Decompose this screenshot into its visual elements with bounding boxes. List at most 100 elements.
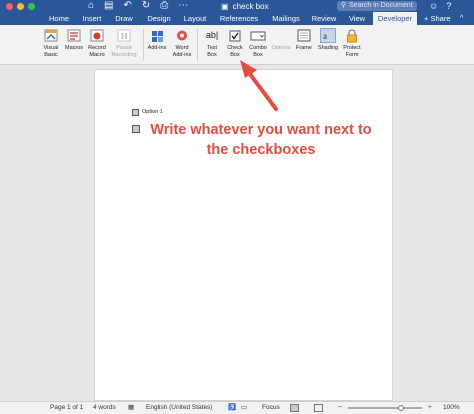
share-button[interactable]: + Share xyxy=(424,12,451,25)
chevron-up-icon[interactable]: ^ xyxy=(460,12,463,25)
options-button[interactable]: Options xyxy=(270,28,292,52)
options-icon xyxy=(273,28,289,43)
frame-button[interactable]: Frame xyxy=(293,28,315,52)
protect-form-label: Protect Form xyxy=(343,45,361,58)
visual-basic-button[interactable]: Visual Basic xyxy=(40,28,62,58)
redo-icon[interactable]: ↻ xyxy=(142,0,150,12)
zoom-out-button[interactable]: − xyxy=(338,402,342,414)
macros-icon xyxy=(66,28,82,43)
combo-box-button[interactable]: Combo Box xyxy=(247,28,269,58)
word-add-ins-label: Word Add-ins xyxy=(172,45,192,58)
tab-home[interactable]: Home xyxy=(43,12,75,25)
tab-draw[interactable]: Draw xyxy=(109,12,139,25)
title-bar: ⌂ ▤ ↶ ↻ ⎙ ⋯ ▣ check box ⚲ Search in Docu… xyxy=(0,0,474,12)
macros-button[interactable]: Macros xyxy=(63,28,85,52)
pause-icon xyxy=(116,28,132,43)
document-title: ▣ check box xyxy=(221,0,269,12)
add-person-icon: + xyxy=(424,14,429,23)
tab-review[interactable]: Review xyxy=(307,12,341,25)
search-placeholder: Search in Document xyxy=(349,2,413,9)
word-count[interactable]: 4 words xyxy=(93,402,116,414)
svg-text:a: a xyxy=(323,31,327,41)
tab-mailings[interactable]: Mailings xyxy=(267,12,305,25)
maximize-window-button[interactable] xyxy=(28,3,35,10)
combo-box-label: Combo Box xyxy=(249,45,267,58)
options-label: Options xyxy=(271,45,291,51)
save-icon[interactable]: ▤ xyxy=(104,0,113,12)
more-icon[interactable]: ⋯ xyxy=(178,0,188,12)
checkbox-form-field[interactable] xyxy=(132,109,139,116)
add-ins-button[interactable]: Add-ins xyxy=(146,28,168,52)
help-icon[interactable]: ? xyxy=(446,1,451,11)
smiley-icon[interactable]: ☺ xyxy=(429,1,438,11)
title-bar-icons: ☺ ? xyxy=(429,0,451,12)
checkbox-icon xyxy=(227,28,243,43)
combo-box-icon xyxy=(250,28,266,43)
frame-label: Frame xyxy=(296,45,312,51)
lock-icon xyxy=(344,28,360,43)
document-icon: ▣ xyxy=(221,1,229,11)
zoom-slider[interactable] xyxy=(348,407,422,409)
check-box-label: Check Box xyxy=(227,45,243,58)
print-icon[interactable]: ⎙ xyxy=(160,0,168,12)
status-bar: Page 1 of 1 4 words ▦ English (United St… xyxy=(0,401,474,414)
word-add-ins-button[interactable]: Word Add-ins xyxy=(170,28,194,58)
shading-icon: a xyxy=(320,28,336,43)
print-layout-view-button[interactable] xyxy=(290,404,299,412)
annotation-text: Write whatever you want next to the chec… xyxy=(150,122,372,158)
quick-access-toolbar: ⌂ ▤ ↶ ↻ ⎙ ⋯ xyxy=(88,0,188,12)
document-canvas: Option 1 Write whatever you want next to… xyxy=(0,65,474,401)
zoom-slider-handle[interactable] xyxy=(398,405,404,411)
zoom-in-button[interactable]: + xyxy=(428,402,432,414)
checkbox-form-field[interactable] xyxy=(132,125,140,133)
minimize-window-button[interactable] xyxy=(17,3,24,10)
check-box-button[interactable]: Check Box xyxy=(224,28,246,58)
option-label: Option 1 xyxy=(142,109,163,115)
focus-label[interactable]: Focus xyxy=(262,402,280,414)
tab-layout[interactable]: Layout xyxy=(178,12,212,25)
text-box-label: Text Box xyxy=(206,45,218,58)
document-page[interactable]: Option 1 Write whatever you want next to… xyxy=(94,69,393,401)
page-count[interactable]: Page 1 of 1 xyxy=(50,402,83,414)
gear-icon xyxy=(174,28,190,43)
search-input[interactable]: ⚲ Search in Document xyxy=(337,1,417,11)
language-indicator[interactable]: English (United States) xyxy=(146,402,212,414)
ribbon-tabs: Home Insert Draw Design Layout Reference… xyxy=(0,12,474,25)
home-icon[interactable]: ⌂ xyxy=(88,0,94,12)
text-box-icon: ab| xyxy=(205,30,219,40)
tab-design[interactable]: Design xyxy=(141,12,177,25)
frame-icon xyxy=(296,28,312,43)
zoom-level[interactable]: 100% xyxy=(443,402,460,414)
developer-ribbon: Visual Basic Macros Record Macro Pause R… xyxy=(0,25,474,65)
search-icon: ⚲ xyxy=(341,2,347,9)
pause-recording-label: Pause Recording xyxy=(111,45,137,58)
web-layout-view-button[interactable] xyxy=(314,404,323,412)
proofing-icon[interactable]: ▦ xyxy=(128,402,134,414)
ribbon-separator xyxy=(143,29,144,61)
window-controls xyxy=(6,3,35,10)
add-ins-label: Add-ins xyxy=(147,45,167,51)
tab-references[interactable]: References xyxy=(214,12,264,25)
ribbon-separator xyxy=(197,29,198,61)
tab-insert[interactable]: Insert xyxy=(76,12,108,25)
tab-developer[interactable]: Developer xyxy=(373,12,417,25)
pause-recording-button[interactable]: Pause Recording xyxy=(109,28,139,58)
close-window-button[interactable] xyxy=(6,3,13,10)
text-box-button[interactable]: ab| Text Box xyxy=(201,28,223,58)
protect-form-button[interactable]: Protect Form xyxy=(341,28,363,58)
accessibility-icon[interactable]: ♿ xyxy=(228,402,236,414)
visual-basic-label: Visual Basic xyxy=(43,45,59,58)
shading-label: Shading xyxy=(317,45,339,51)
visual-basic-icon xyxy=(43,28,59,43)
record-macro-button[interactable]: Record Macro xyxy=(86,28,108,58)
focus-icon[interactable]: ▭ xyxy=(241,402,247,414)
record-macro-icon xyxy=(89,28,105,43)
shading-button[interactable]: a Shading xyxy=(316,28,340,52)
tab-view[interactable]: View xyxy=(343,12,371,25)
add-ins-icon xyxy=(149,28,165,43)
record-macro-label: Record Macro xyxy=(88,45,106,58)
share-label: Share xyxy=(430,14,451,23)
macros-label: Macros xyxy=(64,45,84,51)
document-title-text: check box xyxy=(232,1,269,11)
undo-icon[interactable]: ↶ xyxy=(124,0,132,12)
